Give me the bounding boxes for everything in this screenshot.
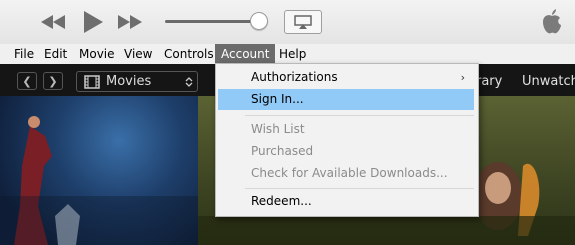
menu-view[interactable]: View — [118, 44, 158, 64]
back-button[interactable]: ❮ — [17, 72, 37, 90]
menu-movie[interactable]: Movie — [73, 44, 121, 64]
redeem-label: Redeem... — [251, 194, 312, 208]
menu-account[interactable]: Account — [215, 44, 276, 64]
fast-forward-icon — [118, 15, 142, 29]
apple-logo-icon — [540, 8, 564, 36]
wish-list-label: Wish List — [251, 122, 305, 136]
forward-button[interactable]: ❯ — [43, 72, 63, 90]
media-kind-selector[interactable]: Movies — [76, 71, 198, 92]
media-kind-label: Movies — [106, 74, 152, 89]
menu-item-purchased: Purchased — [218, 141, 474, 162]
fast-forward-button[interactable] — [116, 9, 144, 35]
volume-slider-knob[interactable] — [250, 12, 268, 30]
movie-poster-left[interactable] — [0, 96, 198, 245]
player-toolbar — [0, 0, 575, 45]
tab-library-partial[interactable]: rary — [476, 74, 502, 89]
menu-file[interactable]: File — [8, 44, 40, 64]
menu-separator — [245, 115, 474, 116]
volume-slider-track[interactable] — [165, 20, 259, 23]
menu-item-wish-list: Wish List — [218, 119, 474, 140]
play-button[interactable] — [79, 9, 107, 35]
menu-item-check-downloads: Check for Available Downloads... — [218, 163, 474, 184]
submenu-arrow-icon: › — [460, 71, 465, 84]
check-downloads-label: Check for Available Downloads... — [251, 166, 448, 180]
menu-controls[interactable]: Controls — [158, 44, 220, 64]
tab-unwatched-partial[interactable]: Unwatch — [522, 74, 575, 89]
menu-item-authorizations[interactable]: Authorizations › — [218, 67, 474, 88]
purchased-label: Purchased — [251, 144, 314, 158]
chevron-left-icon: ❮ — [22, 74, 32, 88]
rewind-icon — [41, 15, 65, 29]
stepper-chevron-icon — [185, 77, 193, 87]
play-icon — [84, 11, 103, 33]
menu-separator — [245, 188, 474, 189]
sign-in-label: Sign In... — [251, 92, 304, 106]
account-menu: Authorizations › Sign In... Wish List Pu… — [215, 63, 479, 217]
menu-help[interactable]: Help — [273, 44, 312, 64]
film-icon — [84, 75, 100, 89]
menu-item-redeem[interactable]: Redeem... — [218, 191, 474, 212]
rewind-button[interactable] — [39, 9, 67, 35]
menu-edit[interactable]: Edit — [38, 44, 73, 64]
menu-bar: File Edit Movie View Controls Account He… — [0, 44, 575, 64]
airplay-button[interactable] — [284, 10, 322, 34]
airplay-icon — [294, 15, 312, 29]
authorizations-label: Authorizations — [251, 70, 338, 84]
menu-item-sign-in[interactable]: Sign In... — [218, 89, 474, 110]
chevron-right-icon: ❯ — [48, 74, 58, 88]
